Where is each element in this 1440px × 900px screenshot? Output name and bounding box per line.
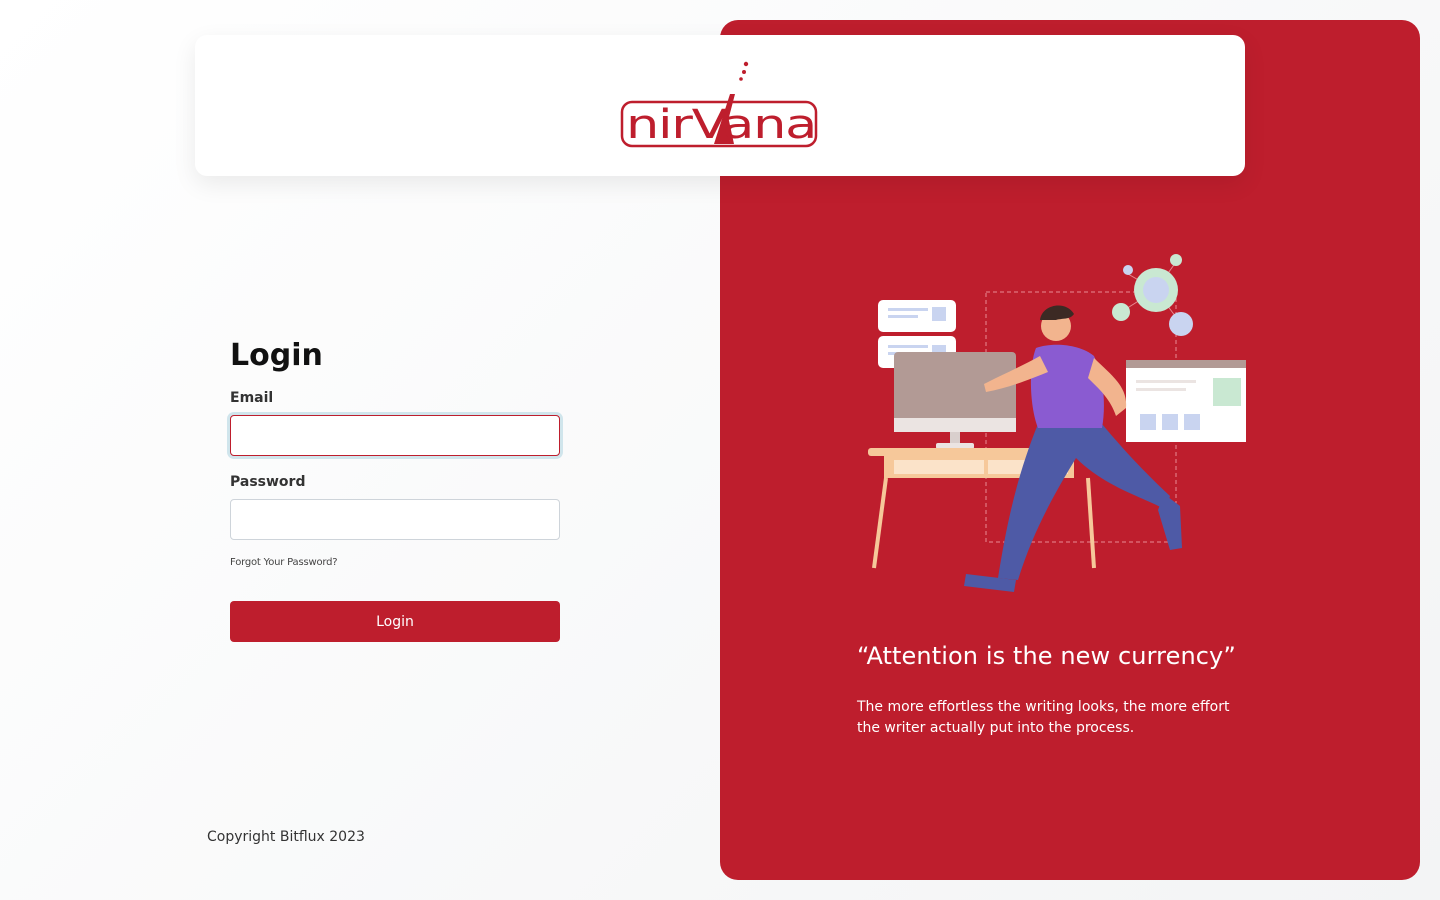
- nirvana-logo: nirVana: [620, 61, 818, 148]
- email-field[interactable]: [230, 415, 560, 456]
- person-running-to-computer-illustration: [868, 254, 1246, 592]
- quote-title: “Attention is the new currency”: [857, 642, 1236, 670]
- email-group: Email: [230, 390, 560, 456]
- login-button[interactable]: Login: [230, 601, 560, 642]
- quote-text: The more effortless the writing looks, t…: [857, 699, 1230, 736]
- forgot-password-link[interactable]: Forgot Your Password?: [230, 557, 560, 568]
- logo-card: nirVana: [195, 35, 1245, 176]
- password-field[interactable]: [230, 499, 560, 540]
- logo-text: nirVana: [626, 102, 816, 148]
- email-label: Email: [230, 390, 274, 406]
- login-form: Login Email Password Forgot Your Passwor…: [230, 336, 560, 642]
- copyright-text: Copyright Bitflux 2023: [207, 829, 365, 845]
- login-title: Login: [230, 338, 323, 373]
- password-group: Password: [230, 474, 560, 540]
- password-label: Password: [230, 474, 306, 490]
